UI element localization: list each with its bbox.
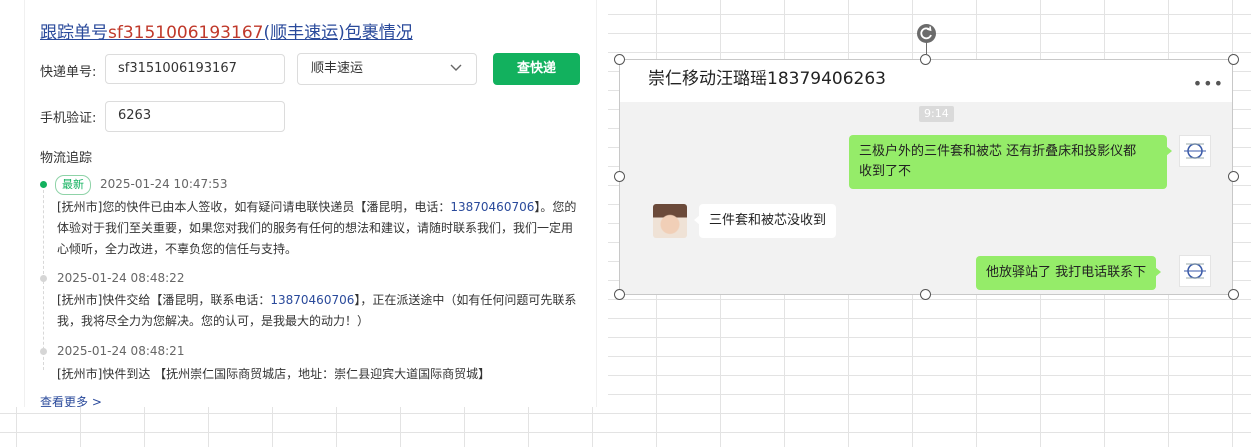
chat-screenshot-image[interactable]: 崇仁移动汪璐瑶18379406263 ••• 9:14 三极户外的三件套和被芯 …	[619, 59, 1233, 295]
title-prefix: 跟踪单号	[40, 23, 108, 43]
event-time: 2025-01-24 08:48:21	[57, 344, 185, 358]
resize-handle-bottom-right[interactable]	[1228, 289, 1239, 300]
phone-verify-input[interactable]: 6263	[105, 101, 285, 132]
express-no-input[interactable]: sf3151006193167	[105, 54, 285, 84]
message-bubble-self: 三极户外的三件套和被芯 还有折叠床和投影仪都 收到了不	[849, 135, 1172, 189]
rotate-arrow-icon	[920, 26, 932, 40]
title-suffix: 包裹情况	[344, 23, 413, 43]
resize-handle-bottom[interactable]	[920, 289, 931, 300]
chevron-down-icon	[450, 64, 462, 71]
resize-handle-bottom-left[interactable]	[614, 289, 625, 300]
courier-phone-link[interactable]: 13870460706	[450, 200, 534, 214]
self-avatar	[1179, 255, 1211, 287]
query-button[interactable]: 查快递	[493, 53, 580, 85]
event-text: [抚州市]快件交给【潘昆明，联系电话：13870460706】，正在派送途中（如…	[57, 290, 577, 332]
chat-contact-name: 崇仁移动汪璐瑶18379406263	[648, 69, 886, 89]
carrier-select[interactable]: 顺丰速运	[297, 53, 477, 85]
rotate-handle-icon[interactable]	[917, 24, 936, 43]
event-time: 2025-01-24 10:47:53	[100, 177, 228, 191]
message-text-line: 收到了不	[859, 164, 912, 179]
event-text: [抚州市]您的快件已由本人签收，如有疑问请电联快递员【潘昆明，电话：138704…	[57, 197, 577, 260]
rotate-handle-stem	[926, 42, 927, 54]
more-dots-icon: •••	[1192, 74, 1224, 93]
resize-handle-top-left[interactable]	[614, 54, 625, 65]
event-text: [抚州市]快件到达 【抚州崇仁国际商贸城店，地址：崇仁县迎宾大道国际商贸城】	[57, 364, 577, 385]
timeline-dot	[40, 348, 47, 355]
timeline-dot-latest	[40, 181, 47, 188]
chat-time-badge: 9:14	[919, 106, 954, 122]
panel-border-left	[24, 0, 25, 407]
resize-handle-top-right[interactable]	[1228, 54, 1239, 65]
phone-verify-label: 手机验证:	[40, 111, 97, 126]
latest-badge: 最新	[55, 175, 91, 195]
self-avatar	[1179, 135, 1211, 167]
chat-header: 崇仁移动汪璐瑶18379406263 •••	[620, 60, 1232, 102]
self-avatar-icon	[1184, 263, 1206, 279]
panel-border-right	[596, 0, 597, 407]
courier-phone-link[interactable]: 13870460706	[270, 293, 354, 307]
tracking-panel: 跟踪单号sf3151006193167(顺丰速运)包裹情况 快递单号: sf31…	[0, 0, 608, 407]
title-number: sf3151006193167	[108, 23, 264, 43]
view-more-link[interactable]: 查看更多 >	[40, 393, 102, 407]
message-bubble-other: 三件套和被芯没收到	[693, 204, 837, 238]
tracking-title-link[interactable]: 跟踪单号sf3151006193167(顺丰速运)包裹情况	[40, 18, 413, 43]
resize-handle-top[interactable]	[920, 54, 931, 65]
resize-handle-right[interactable]	[1228, 171, 1239, 182]
timeline-dot	[40, 275, 47, 282]
express-no-label: 快递单号:	[40, 65, 97, 80]
logistics-section-title: 物流追踪	[40, 151, 93, 166]
event-text-a: [抚州市]快件到达 【抚州崇仁国际商贸城店，地址：崇仁县迎宾大道国际商贸城】	[57, 367, 491, 381]
event-time: 2025-01-24 08:48:22	[57, 271, 185, 285]
carrier-selected-value: 顺丰速运	[311, 61, 364, 76]
message-text-line: 三极户外的三件套和被芯 还有折叠床和投影仪都	[859, 144, 1137, 159]
self-avatar-icon	[1184, 143, 1206, 159]
event-text-a: [抚州市]快件交给【潘昆明，联系电话：	[57, 293, 271, 307]
message-bubble-self: 他放驿站了 我打电话联系下	[976, 256, 1162, 290]
event-text-a: [抚州市]您的快件已由本人签收，如有疑问请电联快递员【潘昆明，电话：	[57, 200, 451, 214]
contact-avatar	[653, 204, 687, 238]
title-carrier: (顺丰速运)	[263, 23, 345, 43]
resize-handle-left[interactable]	[614, 171, 625, 182]
